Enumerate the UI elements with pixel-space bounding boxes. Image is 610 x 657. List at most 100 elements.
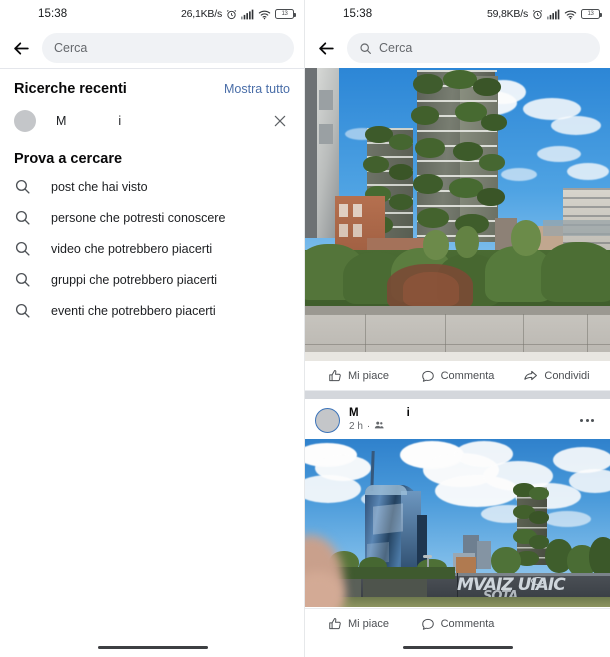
friends-icon[interactable] <box>374 420 384 433</box>
tree <box>363 156 389 173</box>
status-bar-right: 15:38 59,8KB/s 13 <box>305 0 610 28</box>
tree <box>491 547 521 575</box>
search-icon <box>14 178 36 195</box>
tree <box>589 537 610 577</box>
back-button[interactable] <box>6 33 36 63</box>
tree <box>415 138 445 158</box>
post-2-header: M i 2 h · <box>305 399 610 439</box>
share-label: Condividi <box>544 369 590 382</box>
like-button[interactable]: Mi piace <box>309 369 408 383</box>
post-2-bottom-bar: Mi piace Commenta <box>305 608 610 657</box>
pavement <box>305 352 610 361</box>
meta-dot: · <box>366 421 371 432</box>
suggestion-item-3[interactable]: gruppi che potrebbero piacerti <box>0 264 304 295</box>
tree <box>477 188 505 206</box>
avatar[interactable] <box>315 407 340 433</box>
status-indicators: 26,1KB/s 13 <box>180 8 297 20</box>
home-indicator[interactable] <box>97 646 208 649</box>
tree <box>473 78 501 96</box>
post-1-action-bar: Mi piace Commenta Condividi <box>305 361 610 391</box>
recent-search-item[interactable]: M i <box>0 103 304 139</box>
suggestion-label: video che potrebbero piacerti <box>51 241 213 256</box>
small-tree <box>423 230 449 260</box>
window <box>353 224 362 237</box>
author-name-part1[interactable]: M <box>349 407 359 419</box>
dual-screenshot: 15:38 26,1KB/s 13 Cerca Ricerche recenti… <box>0 0 610 657</box>
cloud <box>501 168 537 181</box>
network-speed: 59,8KB/s <box>486 8 528 20</box>
search-icon <box>14 209 36 226</box>
suggestion-item-2[interactable]: video che potrebbero piacerti <box>0 233 304 264</box>
suggestion-label: post che hai visto <box>51 179 148 194</box>
hedge <box>541 242 610 302</box>
like-button[interactable]: Mi piace <box>309 617 408 631</box>
network-speed: 26,1KB/s <box>180 8 222 20</box>
tree <box>529 511 549 524</box>
signal-bars-icon <box>241 9 254 20</box>
back-arrow-icon <box>318 41 334 55</box>
share-button[interactable]: Condividi <box>507 368 606 383</box>
search-header-right: Cerca <box>305 28 610 68</box>
recent-searches-title: Ricerche recenti <box>14 81 127 97</box>
avatar <box>14 110 36 132</box>
suggestion-label: eventi che potrebbero piacerti <box>51 303 216 318</box>
search-icon <box>14 302 36 319</box>
window <box>353 204 362 217</box>
tree <box>413 174 443 194</box>
comment-bubble-icon <box>421 618 434 630</box>
tree <box>389 164 413 180</box>
suggestion-item-1[interactable]: persone che potresti conoscere <box>0 202 304 233</box>
street-lamp-head <box>423 555 432 558</box>
post-photo-1[interactable] <box>305 68 610 361</box>
search-input[interactable]: Cerca <box>347 33 600 63</box>
tower-crown <box>365 485 407 495</box>
back-button[interactable] <box>311 33 341 63</box>
alarm-clock-icon <box>226 9 237 20</box>
comment-button[interactable]: Commenta <box>408 617 507 631</box>
slab-joint <box>305 344 610 346</box>
post-author-line: M i <box>349 407 410 419</box>
wall-cap <box>305 306 610 314</box>
gesture-bar-left <box>0 638 304 657</box>
alarm-clock-icon <box>532 9 543 20</box>
search-icon <box>14 240 36 257</box>
tree <box>479 154 505 171</box>
suggestion-item-4[interactable]: eventi che potrebbero piacerti <box>0 295 304 326</box>
red-shrub <box>403 272 459 306</box>
cloud <box>537 146 581 162</box>
status-time: 15:38 <box>38 8 68 20</box>
post-meta: 2 h · <box>349 420 410 433</box>
battery-icon: 13 <box>581 9 603 19</box>
tree <box>481 114 507 131</box>
signal-bars-icon <box>547 9 560 20</box>
close-icon <box>274 115 286 127</box>
tree <box>417 208 449 228</box>
status-time: 15:38 <box>343 8 373 20</box>
cloud <box>551 116 601 135</box>
window <box>339 224 348 237</box>
battery-level: 13 <box>587 11 594 17</box>
building <box>477 541 491 569</box>
window <box>339 204 348 217</box>
suggestion-item-0[interactable]: post che hai visto <box>0 171 304 202</box>
author-name-part2[interactable]: i <box>407 407 410 419</box>
search-input[interactable]: Cerca <box>42 33 294 63</box>
fence <box>543 220 610 236</box>
back-arrow-icon <box>13 41 29 55</box>
comment-button[interactable]: Commenta <box>408 369 507 383</box>
try-searching-title: Prova a cercare <box>14 151 123 167</box>
search-icon <box>14 271 36 288</box>
like-label: Mi piace <box>348 617 389 630</box>
window <box>319 90 333 110</box>
battery-level: 13 <box>281 11 288 17</box>
window <box>319 124 333 144</box>
tree <box>389 194 413 210</box>
post-photo-2[interactable]: MVAIZ UIAIC SOTA <box>305 439 610 607</box>
remove-recent-button[interactable] <box>268 109 292 133</box>
concrete-block <box>363 579 427 599</box>
show-all-link[interactable]: Mostra tutto <box>224 82 290 96</box>
suggestion-label: gruppi che potrebbero piacerti <box>51 272 218 287</box>
battery-icon: 13 <box>275 9 297 19</box>
home-indicator[interactable] <box>402 646 513 649</box>
more-options-button[interactable] <box>574 413 600 428</box>
